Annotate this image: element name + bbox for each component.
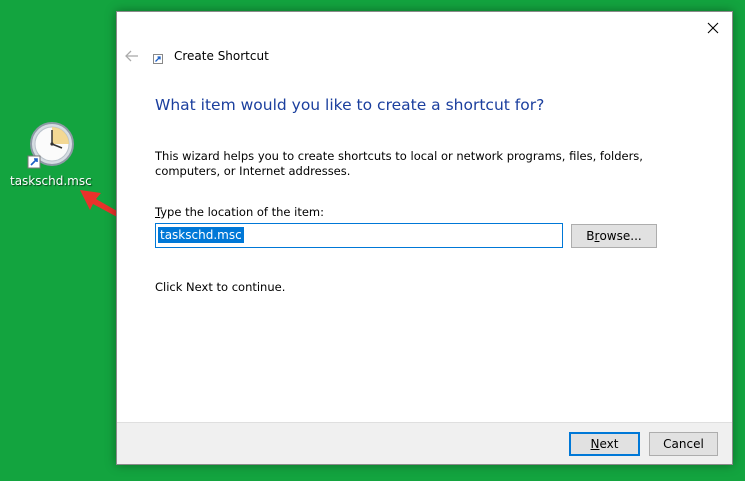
desktop-icon-label: taskschd.msc: [10, 174, 92, 188]
next-button[interactable]: Next: [569, 432, 640, 456]
back-arrow-icon: [125, 50, 138, 62]
create-shortcut-dialog: Create Shortcut What item would you like…: [116, 11, 733, 465]
desktop-shortcut-taskschd[interactable]: taskschd.msc: [10, 120, 92, 188]
dialog-title: Create Shortcut: [174, 49, 269, 63]
location-field-label: Type the location of the item:: [155, 205, 325, 219]
clock-shortcut-icon: [26, 120, 74, 172]
browse-button[interactable]: Br owse...: [571, 224, 657, 248]
close-icon: [707, 22, 719, 34]
close-button[interactable]: [702, 18, 724, 38]
location-input[interactable]: taskschd.msc: [155, 223, 563, 248]
page-heading: What item would you like to create a sho…: [155, 96, 545, 114]
cancel-button[interactable]: Cancel: [649, 432, 718, 456]
dialog-footer: Next Cancel: [117, 422, 732, 464]
continue-instruction: Click Next to continue.: [155, 280, 286, 294]
location-input-value: taskschd.msc: [158, 227, 244, 243]
back-button[interactable]: [123, 48, 141, 64]
shortcut-icon: [153, 54, 163, 64]
wizard-description: This wizard helps you to create shortcut…: [155, 149, 643, 178]
